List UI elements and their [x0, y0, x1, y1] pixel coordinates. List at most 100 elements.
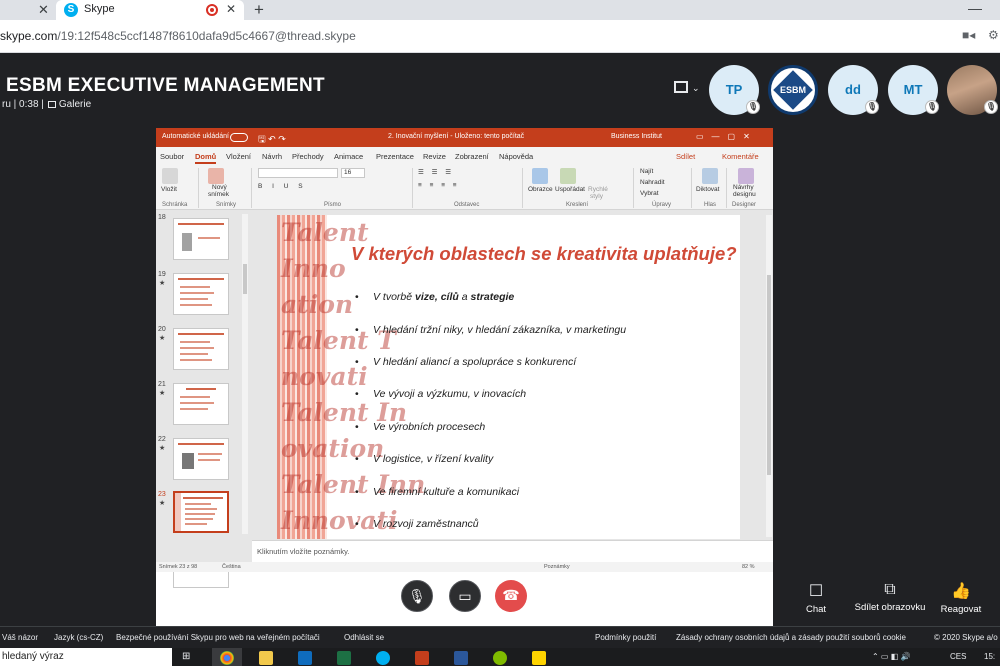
- browser-tab-skype[interactable]: S Skype ✕: [56, 0, 244, 20]
- mic-muted-icon: 🎙: [925, 100, 939, 114]
- document-title: 2. Inovační myšlení - Uloženo: tento poč…: [388, 133, 525, 140]
- microphone-icon: [702, 168, 718, 184]
- feedback-link[interactable]: Váš názor: [2, 633, 38, 642]
- react-button[interactable]: 👍 Reagovat: [938, 581, 984, 615]
- gallery-icon: [47, 101, 56, 108]
- new-tab-button[interactable]: +: [254, 0, 264, 20]
- task-view-icon[interactable]: ⊞: [182, 651, 190, 662]
- slide-scrollbar[interactable]: [766, 215, 772, 537]
- camera-off-icon: ▭: [458, 588, 472, 604]
- shared-screen-powerpoint: Automatické ukládání 🖫 ↶ ↷ 2. Inovační m…: [156, 128, 773, 628]
- slide-thumbnail: [173, 218, 229, 260]
- ppt-statusbar: Snímek 23 z 98 Čeština Poznámky 82 %: [156, 562, 773, 572]
- bullet-item: Ve firemní kultuře a komunikaci: [355, 486, 519, 498]
- ppt-ribbon: Vložit Nový snímek 16 B I U S ☰ ☰ ☰ ≡ ≡ …: [156, 164, 773, 210]
- ppt-workspace: 18 19★ 20★ 21★ 22★ 23★ 24 TalentInnoa: [156, 210, 773, 588]
- arrange-icon: [560, 168, 576, 184]
- camera-icon[interactable]: ■◂: [962, 28, 975, 42]
- bullet-item: Ve vývoji a výzkumu, v inovacích: [355, 388, 526, 400]
- word-icon[interactable]: [454, 651, 468, 665]
- slide-thumbnail-pane: 18 19★ 20★ 21★ 22★ 23★ 24: [156, 210, 252, 588]
- file-explorer-icon[interactable]: [259, 651, 273, 665]
- chevron-down-icon[interactable]: ⌄: [692, 83, 700, 94]
- select-button: Vybrat: [640, 190, 659, 197]
- mute-microphone-button[interactable]: 🎙: [401, 580, 433, 612]
- tab-title: Skype: [84, 3, 115, 15]
- participant-avatar-esbm[interactable]: ESBM: [768, 65, 818, 115]
- page-footer: Váš názor Jazyk (cs-CZ) Bezpečné používá…: [0, 626, 1000, 648]
- chat-button[interactable]: ☐ Chat: [796, 581, 836, 615]
- skype-icon: S: [64, 3, 78, 17]
- end-call-button[interactable]: ☎: [495, 580, 527, 612]
- participant-avatar-mt[interactable]: MT 🎙: [888, 65, 939, 115]
- sticky-notes-icon[interactable]: [532, 651, 546, 665]
- toggle-camera-button[interactable]: ▭: [449, 580, 481, 612]
- skype-icon[interactable]: [376, 651, 390, 665]
- url-text[interactable]: skype.com/19:12f548c5ccf1487f8610dafa9d5…: [0, 29, 356, 43]
- participant-avatar-photo[interactable]: 🎙: [947, 65, 998, 115]
- bullet-item: V tvorbě vize, cílů a strategie: [355, 291, 514, 303]
- powerpoint-icon[interactable]: [415, 651, 429, 665]
- shapes-icon: [532, 168, 548, 184]
- participant-avatar-dd[interactable]: dd 🎙: [828, 65, 879, 115]
- slide-thumbnail: [173, 328, 229, 370]
- share-label: Sdílet: [676, 152, 696, 161]
- thumbs-up-icon: 👍: [951, 583, 971, 600]
- sign-out-link[interactable]: Odhlásit se: [344, 633, 384, 642]
- bullet-item: V rozvoji zaměstnanců: [355, 518, 479, 530]
- slide-title: V kterých oblastech se kreativita uplatň…: [351, 243, 737, 264]
- bullet-item: V hledání aliancí a spolupráce s konkure…: [355, 356, 576, 368]
- mic-muted-icon: 🎙: [408, 588, 426, 604]
- excel-icon[interactable]: [337, 651, 351, 665]
- call-subtitle: ru | 0:38 | Galerie: [2, 99, 92, 110]
- chat-icon: ☐: [808, 583, 824, 600]
- taskbar-search-input[interactable]: hledaný výraz: [0, 648, 172, 666]
- hang-up-icon: ☎: [502, 587, 520, 603]
- paint-icon[interactable]: [493, 651, 507, 665]
- find-button: Najít: [640, 168, 654, 175]
- windows-taskbar: hledaný výraz ⊞ ⌃ ▭ ◧ 🔊 CES 15:: [0, 648, 1000, 666]
- participant-avatar-tp[interactable]: TP 🎙: [709, 65, 760, 115]
- close-tab-icon[interactable]: ✕: [38, 2, 49, 18]
- call-title: ESBM EXECUTIVE MANAGEMENT: [6, 75, 325, 96]
- terms-link[interactable]: Podmínky použití: [595, 633, 656, 642]
- slide-thumbnail: [173, 273, 229, 315]
- minimize-window-button[interactable]: —: [968, 0, 982, 16]
- share-screen-button[interactable]: ⧉ Sdílet obrazovku: [853, 581, 927, 613]
- extensions-icon[interactable]: ⚙: [988, 28, 999, 42]
- clock[interactable]: 15:: [984, 652, 995, 661]
- mic-muted-icon: 🎙: [984, 100, 998, 114]
- mic-muted-icon: 🎙: [746, 100, 760, 114]
- paste-icon: [162, 168, 178, 184]
- language-link[interactable]: Jazyk (cs-CZ): [54, 633, 103, 642]
- slide-thumbnail: [173, 383, 229, 425]
- account-name: Business Institut: [611, 133, 662, 140]
- layout-icon[interactable]: [674, 81, 688, 93]
- system-tray-icons[interactable]: ⌃ ▭ ◧ 🔊: [872, 652, 910, 661]
- address-bar[interactable]: skype.com/19:12f548c5ccf1487f8610dafa9d5…: [0, 20, 1000, 53]
- call-area: ESBM EXECUTIVE MANAGEMENT ru | 0:38 | Gal…: [0, 53, 1000, 628]
- slide-thumbnail-selected: [173, 491, 229, 533]
- chrome-icon[interactable]: [220, 651, 234, 665]
- safe-use-link[interactable]: Bezpečné používání Skypu pro web na veře…: [116, 633, 320, 642]
- slide-decorative-words: Talent Inno ation Talent Tnovati Talent In ov…: [281, 218, 426, 535]
- close-tab-icon[interactable]: ✕: [226, 2, 236, 16]
- thumbnail-scrollbar[interactable]: [242, 214, 248, 534]
- slide-canvas: Talent Inno ation Talent Tnovati Talent In ov…: [277, 215, 740, 539]
- privacy-link[interactable]: Zásady ochrany osobních údajů a zásady p…: [676, 633, 906, 642]
- keyboard-language[interactable]: CES: [950, 652, 966, 661]
- designer-icon: [738, 168, 754, 184]
- slide-thumbnail: [173, 438, 229, 480]
- recording-icon: [206, 4, 218, 16]
- share-screen-icon: ⧉: [884, 581, 896, 598]
- ppt-menu: Soubor Domů Vložení Návrh Přechody Anima…: [156, 147, 773, 164]
- save-icon: 🖫 ↶ ↷: [258, 134, 286, 144]
- comments-label: Komentáře: [722, 152, 759, 161]
- window-controls: ▭ — ▢ ✕: [696, 132, 750, 141]
- copyright: © 2020 Skype a/o: [934, 633, 998, 642]
- bullet-item: Ve výrobních procesech: [355, 421, 485, 433]
- browser-tab-strip: ✕ S Skype ✕ + —: [0, 0, 1000, 20]
- notes-pane: Kliknutím vložíte poznámky.: [252, 540, 773, 562]
- mic-muted-icon: 🎙: [865, 100, 879, 114]
- outlook-icon[interactable]: [298, 651, 312, 665]
